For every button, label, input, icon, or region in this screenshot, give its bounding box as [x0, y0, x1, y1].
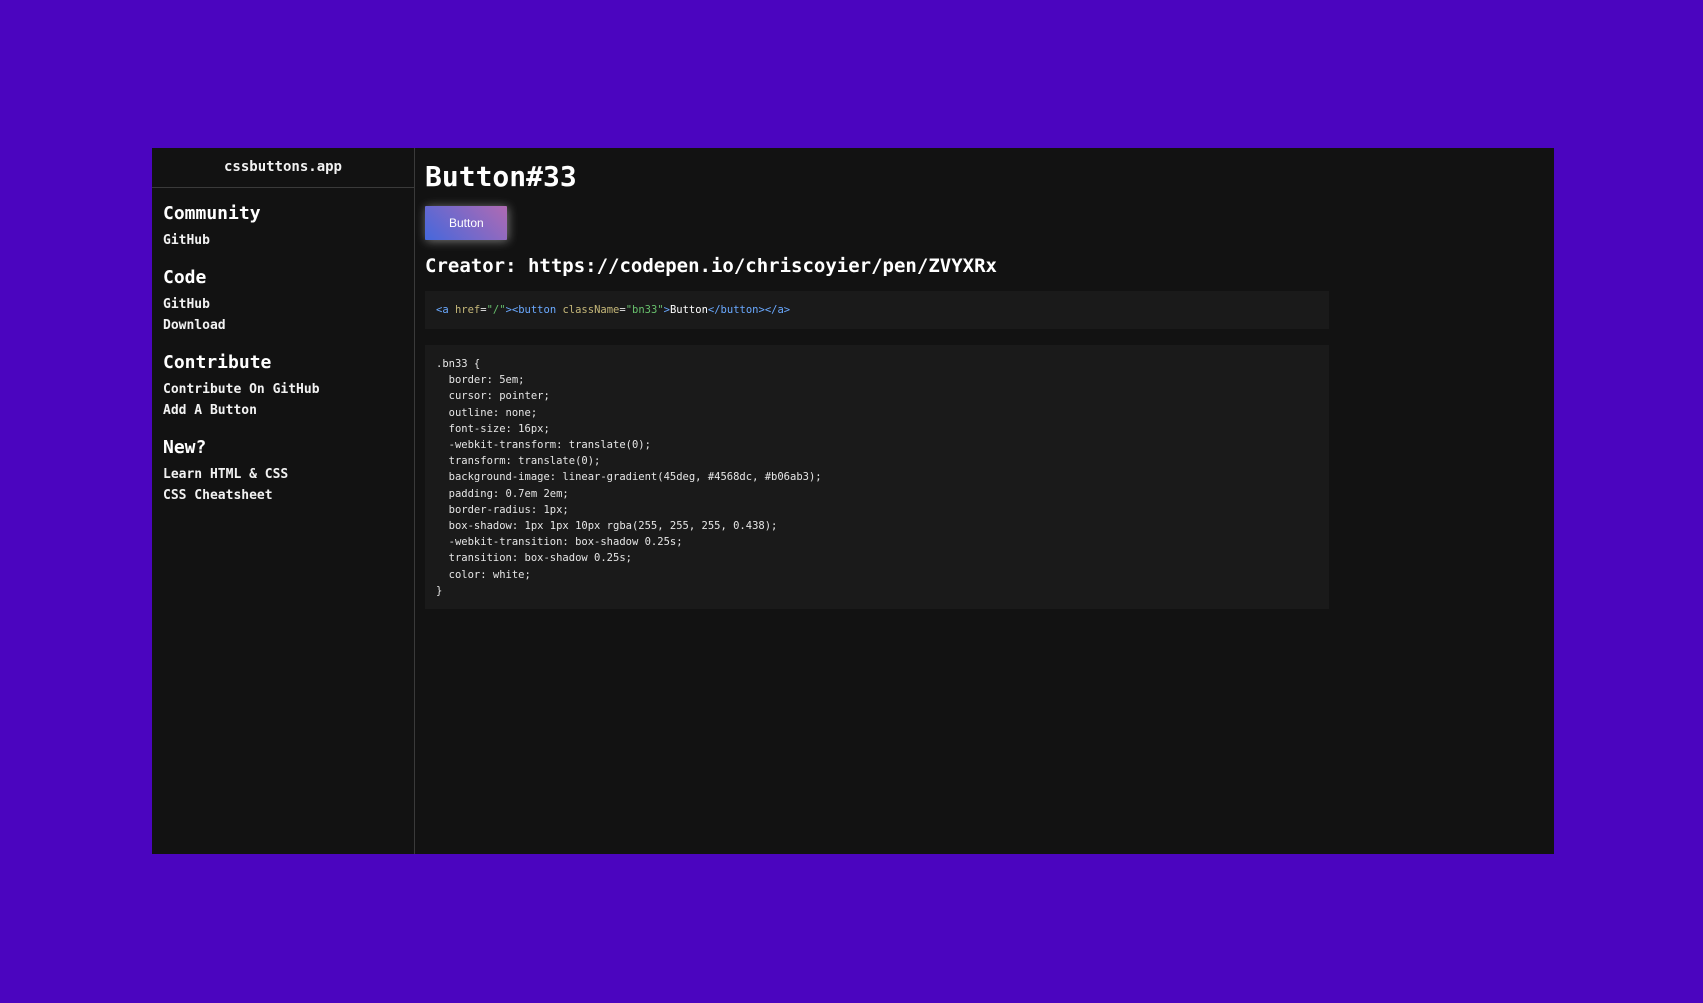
- section-new: New? Learn HTML & CSS CSS Cheatsheet: [163, 436, 403, 507]
- app-window: cssbuttons.app Community GitHub Code Git…: [152, 148, 1554, 854]
- section-title: New?: [163, 436, 207, 458]
- css-line: .bn33 {: [436, 358, 481, 370]
- css-line: transition: box-shadow 0.25s;: [436, 552, 632, 565]
- css-line: -webkit-transition: box-shadow 0.25s;: [436, 536, 683, 549]
- community-github-link[interactable]: GitHub: [163, 230, 403, 252]
- download-link[interactable]: Download: [163, 315, 403, 337]
- code-token: href: [454, 304, 481, 316]
- css-line: }: [436, 584, 443, 597]
- code-token: <a: [436, 304, 455, 316]
- html-code-block[interactable]: <a href="/"><button className="bn33">But…: [425, 291, 1329, 329]
- demo-button[interactable]: Button: [425, 206, 507, 240]
- brand-title[interactable]: cssbuttons.app: [152, 148, 414, 188]
- css-line: color: white;: [436, 568, 531, 581]
- css-line: background-image: linear-gradient(45deg,…: [436, 471, 822, 484]
- code-token: className: [562, 304, 620, 316]
- contribute-github-link[interactable]: Contribute On GitHub: [163, 379, 403, 401]
- section-title: Contribute: [163, 351, 272, 373]
- css-line: outline: none;: [436, 406, 538, 419]
- css-cheatsheet-link[interactable]: CSS Cheatsheet: [163, 485, 403, 507]
- code-token: Button: [669, 304, 708, 316]
- section-code: Code GitHub Download: [163, 266, 403, 337]
- code-token: </button>: [707, 304, 765, 316]
- section-contribute: Contribute Contribute On GitHub Add A Bu…: [163, 351, 403, 422]
- learn-html-css-link[interactable]: Learn HTML & CSS: [163, 464, 403, 486]
- code-token: </a>: [764, 304, 791, 316]
- css-line: border: 5em;: [436, 374, 525, 387]
- css-line: box-shadow: 1px 1px 10px rgba(255, 255, …: [436, 520, 778, 533]
- css-line: -webkit-transform: translate(0);: [436, 439, 651, 452]
- sidebar-nav: Community GitHub Code GitHub Download Co…: [152, 188, 414, 507]
- css-line: border-radius: 1px;: [436, 503, 569, 516]
- section-title: Code: [163, 266, 207, 288]
- add-button-link[interactable]: Add A Button: [163, 400, 403, 422]
- code-github-link[interactable]: GitHub: [163, 294, 403, 316]
- creator-link[interactable]: Creator: https://codepen.io/chriscoyier/…: [425, 253, 1544, 279]
- section-title: Community: [163, 203, 261, 224]
- code-token: "bn33": [625, 304, 664, 316]
- css-code-block[interactable]: .bn33 { border: 5em; cursor: pointer; ou…: [425, 345, 1329, 609]
- code-token: "/": [486, 304, 506, 316]
- main-content: Button#33 Button Creator: https://codepe…: [415, 148, 1554, 854]
- css-line: padding: 0.7em 2em;: [436, 487, 569, 500]
- css-line: font-size: 16px;: [436, 422, 550, 435]
- section-community: Community GitHub: [163, 202, 403, 252]
- page-title: Button#33: [425, 160, 577, 193]
- code-token: <button: [511, 304, 563, 316]
- css-line: cursor: pointer;: [436, 390, 550, 403]
- sidebar: cssbuttons.app Community GitHub Code Git…: [152, 148, 415, 854]
- css-line: transform: translate(0);: [436, 455, 601, 468]
